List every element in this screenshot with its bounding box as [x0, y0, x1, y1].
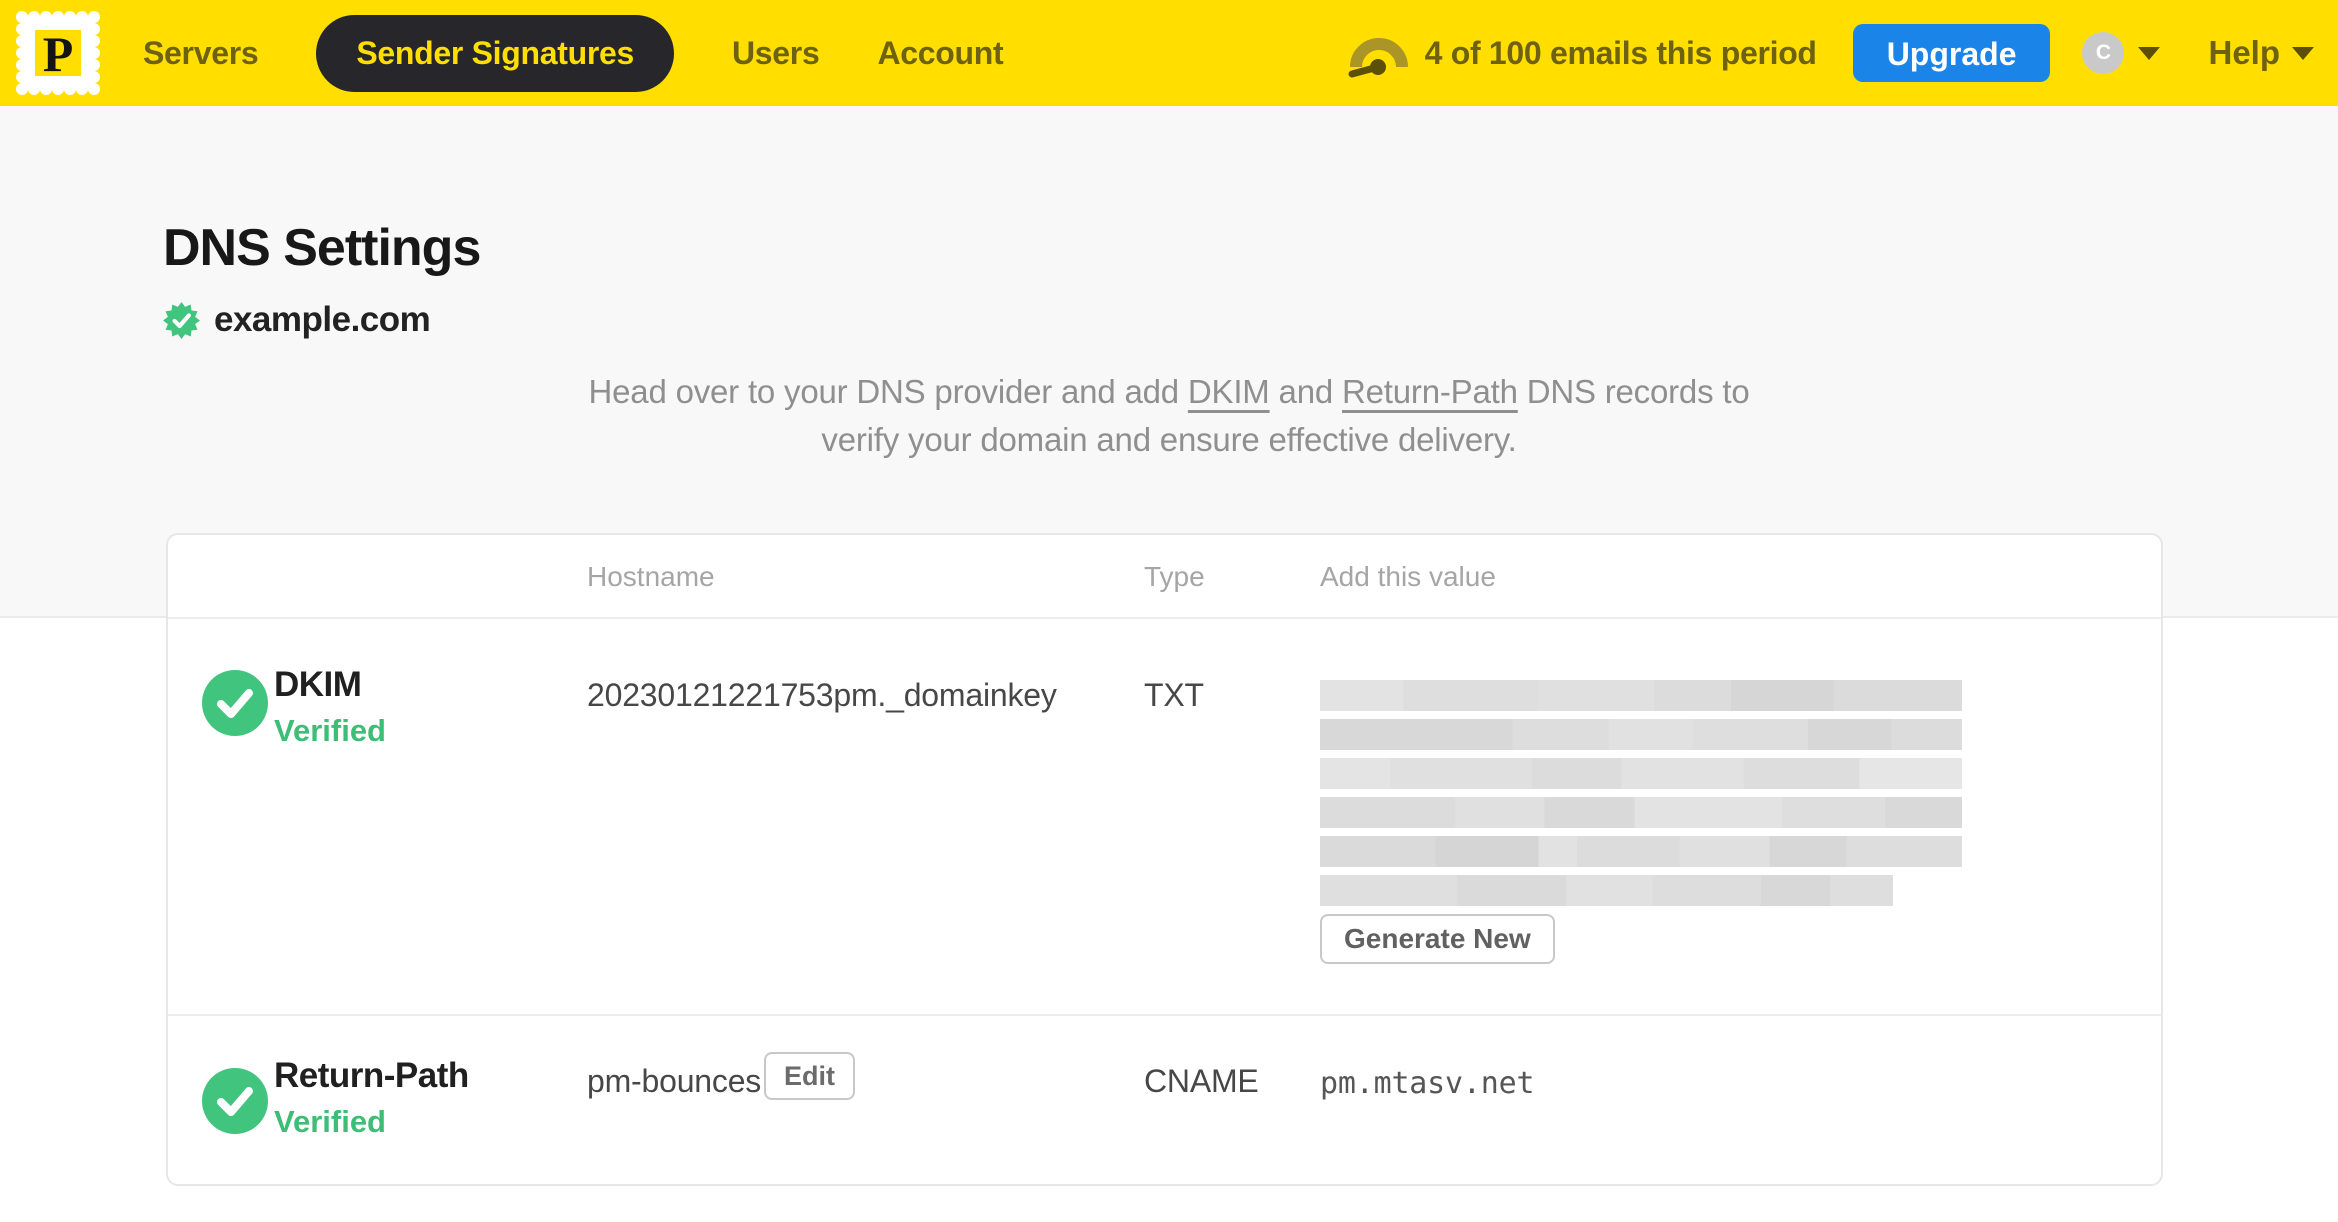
top-nav: P Servers Sender Signatures Users Accoun… — [0, 0, 2338, 106]
redacted-value-line — [1320, 758, 1962, 789]
record-type: TXT — [1144, 677, 1204, 713]
nav-item-servers[interactable]: Servers — [143, 35, 259, 72]
nav-item-account[interactable]: Account — [877, 35, 1003, 72]
domain-name: example.com — [214, 300, 431, 339]
redacted-dns-value — [1320, 680, 1962, 914]
dns-records-card: Hostname Type Add this value DKIM Verifi… — [166, 533, 2163, 1186]
record-hostname: 20230121221753pm._domainkey — [587, 677, 1057, 713]
chevron-down-icon — [2292, 46, 2314, 60]
redacted-value-line — [1320, 680, 1962, 711]
column-header-value: Add this value — [1320, 561, 1496, 592]
row-divider — [168, 1014, 2161, 1016]
record-status: Verified — [274, 1104, 386, 1139]
intro-pre: Head over to your DNS provider and add — [588, 373, 1188, 410]
redacted-value-line — [1320, 836, 1962, 867]
usage-text: 4 of 100 emails this period — [1424, 34, 1817, 71]
usage-meter[interactable]: 4 of 100 emails this period — [1347, 27, 1817, 79]
nav-item-sender-signatures[interactable]: Sender Signatures — [316, 14, 674, 92]
verified-check-icon — [202, 670, 268, 736]
generate-new-button[interactable]: Generate New — [1320, 914, 1555, 964]
intro-and: and — [1269, 373, 1342, 410]
verified-domain: example.com — [163, 300, 431, 340]
upgrade-button[interactable]: Upgrade — [1852, 24, 2051, 82]
help-menu[interactable]: Help — [2208, 34, 2314, 72]
return-path-link[interactable]: Return-Path — [1342, 373, 1518, 410]
record-hostname: pm-bounces — [587, 1063, 762, 1099]
help-label: Help — [2208, 34, 2280, 71]
dkim-link[interactable]: DKIM — [1188, 373, 1270, 410]
nav-right-group: 4 of 100 emails this period Upgrade C He… — [1347, 0, 2314, 106]
redacted-value-line — [1320, 719, 1962, 750]
record-value: pm.mtasv.net — [1320, 1066, 1535, 1101]
intro-line2: verify your domain and ensure effective … — [821, 421, 1517, 458]
column-header-hostname: Hostname — [587, 561, 715, 592]
page-title: DNS Settings — [163, 219, 481, 277]
redacted-value-line — [1320, 875, 1893, 906]
postmark-logo[interactable]: P — [14, 9, 102, 97]
svg-text:P: P — [43, 26, 74, 82]
gauge-icon — [1348, 38, 1408, 78]
redacted-value-line — [1320, 797, 1962, 828]
record-type: CNAME — [1144, 1063, 1259, 1099]
postmark-stamp-icon: P — [16, 11, 100, 95]
intro-post: DNS records to — [1517, 373, 1750, 410]
column-header-type: Type — [1144, 561, 1205, 592]
nav-item-users[interactable]: Users — [732, 35, 820, 72]
intro-text: Head over to your DNS provider and add D… — [0, 368, 2338, 464]
verified-check-icon — [202, 1068, 268, 1134]
record-name: Return-Path — [274, 1056, 469, 1095]
chevron-down-icon — [2138, 46, 2161, 60]
avatar: C — [2082, 32, 2125, 74]
dns-settings-page: P Servers Sender Signatures Users Accoun… — [0, 0, 2338, 1222]
edit-button[interactable]: Edit — [764, 1052, 855, 1100]
record-name: DKIM — [274, 665, 362, 704]
nav-links: Servers Sender Signatures Users Account — [143, 0, 1004, 106]
verified-seal-icon — [163, 301, 200, 339]
record-status: Verified — [274, 713, 386, 748]
table-header: Hostname Type Add this value — [168, 535, 2161, 619]
account-menu[interactable]: C — [2082, 32, 2161, 74]
